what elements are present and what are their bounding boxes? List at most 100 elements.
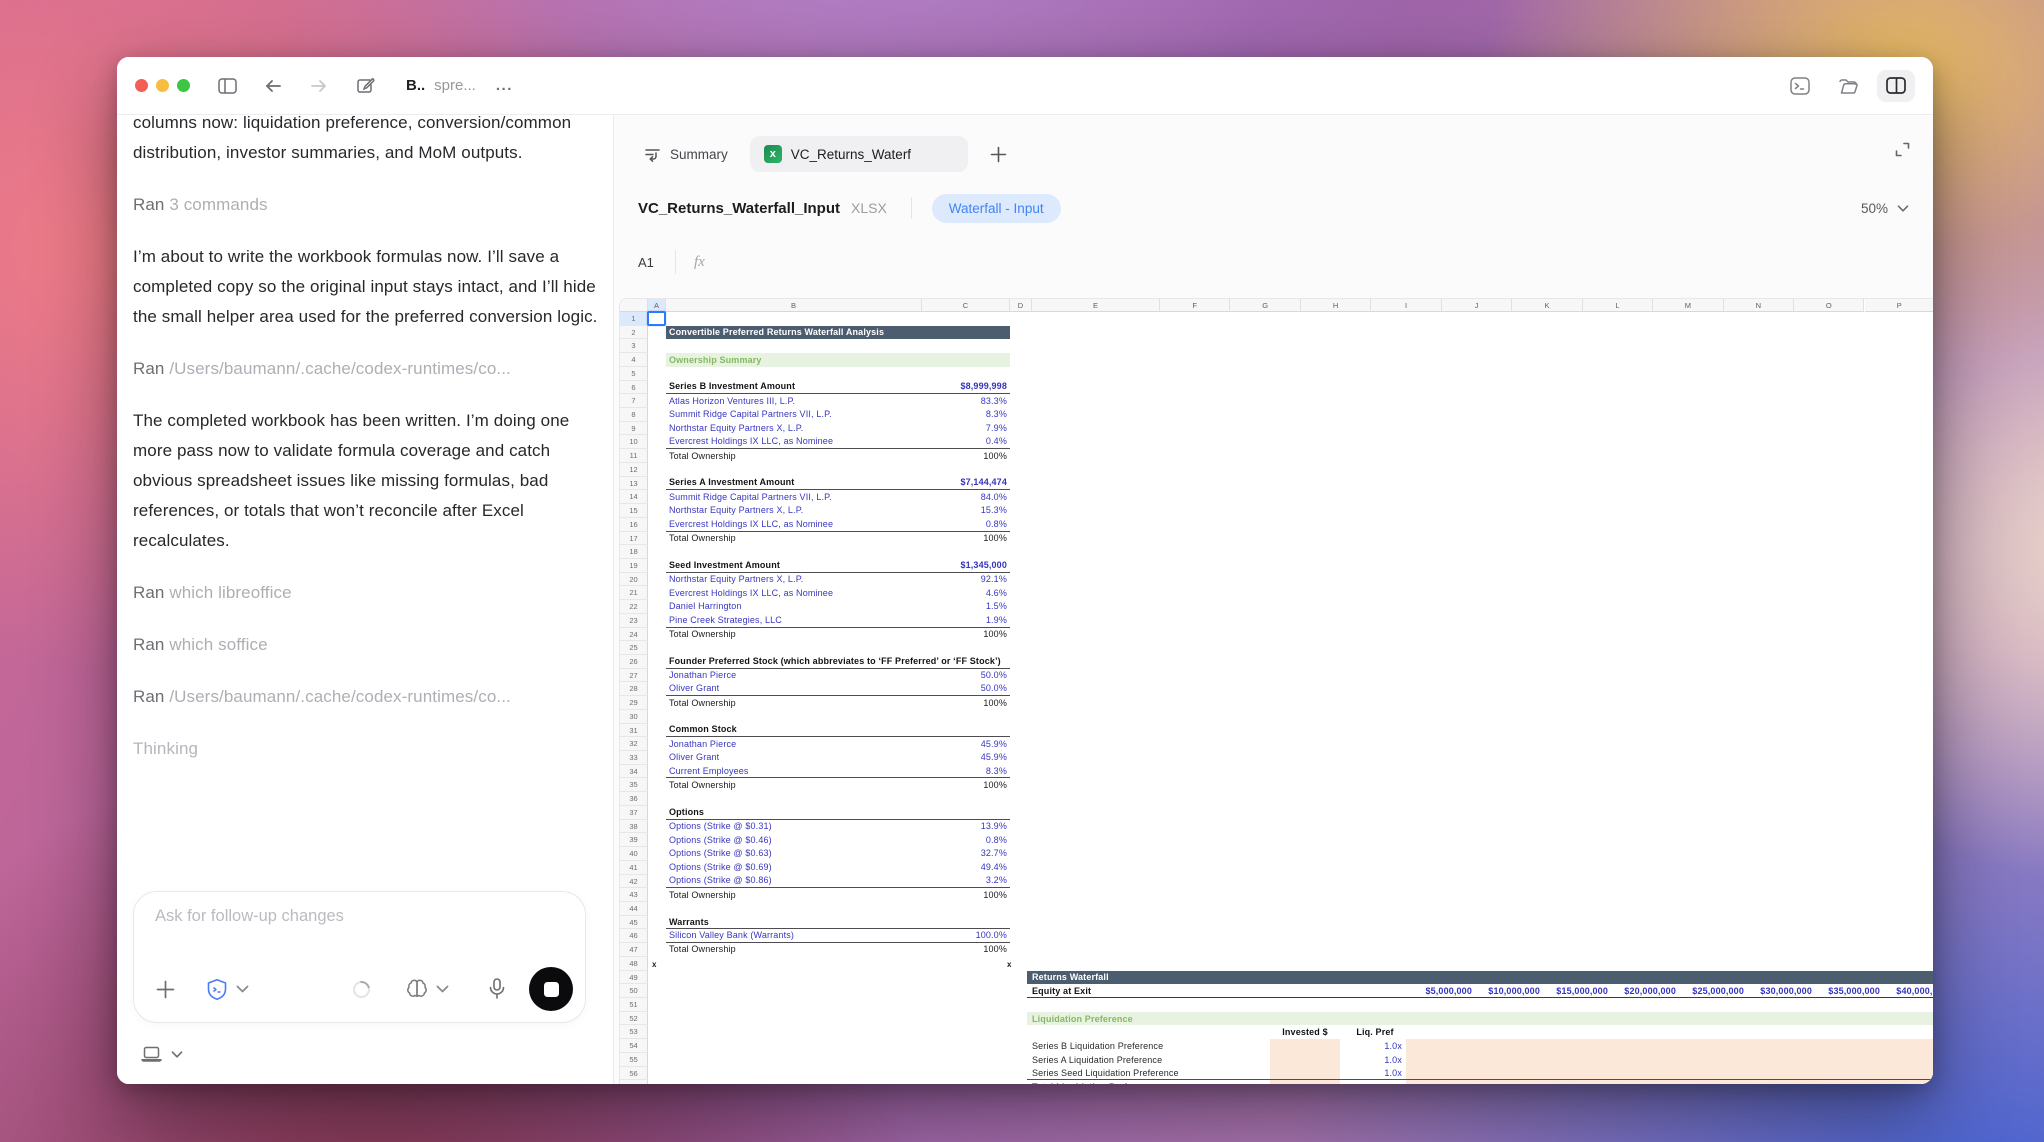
- column-header-B[interactable]: B: [666, 299, 922, 312]
- selected-cell-a1[interactable]: [647, 311, 666, 326]
- row-header-13[interactable]: 13: [620, 477, 648, 491]
- forward-icon[interactable]: [304, 72, 334, 100]
- row-header-34[interactable]: 34: [620, 765, 648, 779]
- toggle-panel-icon[interactable]: [1877, 70, 1915, 102]
- row-header-41[interactable]: 41: [620, 861, 648, 875]
- row-header-26[interactable]: 26: [620, 655, 648, 669]
- row-header-38[interactable]: 38: [620, 820, 648, 834]
- row-header-52[interactable]: 52: [620, 1012, 648, 1026]
- fx-icon[interactable]: fx: [694, 254, 705, 271]
- row-header-55[interactable]: 55: [620, 1053, 648, 1067]
- row-header-24[interactable]: 24: [620, 628, 648, 642]
- zoom-traffic-light[interactable]: [177, 79, 190, 92]
- add-tab-button[interactable]: [984, 139, 1014, 169]
- row-header-20[interactable]: 20: [620, 573, 648, 587]
- row-header-9[interactable]: 9: [620, 422, 648, 436]
- row-header-10[interactable]: 10: [620, 435, 648, 449]
- row-header-47[interactable]: 47: [620, 943, 648, 957]
- row-header-36[interactable]: 36: [620, 792, 648, 806]
- column-header-M[interactable]: M: [1653, 299, 1723, 312]
- back-icon[interactable]: [258, 72, 288, 100]
- row-header-57[interactable]: 57: [620, 1080, 648, 1084]
- row-header-16[interactable]: 16: [620, 518, 648, 532]
- row-header-8[interactable]: 8: [620, 408, 648, 422]
- column-header-K[interactable]: K: [1512, 299, 1582, 312]
- tab-file-active[interactable]: x VC_Returns_Waterf: [750, 136, 968, 172]
- row-header-3[interactable]: 3: [620, 339, 648, 353]
- column-header-F[interactable]: F: [1160, 299, 1230, 312]
- stop-button[interactable]: [529, 967, 573, 1011]
- row-header-45[interactable]: 45: [620, 916, 648, 930]
- cell-reference-box[interactable]: A1: [638, 255, 675, 270]
- sandbox-shield-icon[interactable]: [206, 978, 228, 1001]
- row-header-32[interactable]: 32: [620, 737, 648, 751]
- expand-panel-icon[interactable]: [1894, 141, 1911, 163]
- row-header-29[interactable]: 29: [620, 696, 648, 710]
- column-header-C[interactable]: C: [922, 299, 1010, 312]
- row-header-1[interactable]: 1: [620, 312, 648, 326]
- row-header-14[interactable]: 14: [620, 490, 648, 504]
- row-header-42[interactable]: 42: [620, 875, 648, 889]
- grid-corner[interactable]: [620, 299, 648, 312]
- column-header-O[interactable]: O: [1794, 299, 1864, 312]
- minimize-traffic-light[interactable]: [156, 79, 169, 92]
- row-header-25[interactable]: 25: [620, 641, 648, 655]
- row-header-21[interactable]: 21: [620, 586, 648, 600]
- row-header-23[interactable]: 23: [620, 614, 648, 628]
- compose-icon[interactable]: [350, 72, 380, 100]
- row-header-37[interactable]: 37: [620, 806, 648, 820]
- row-header-17[interactable]: 17: [620, 532, 648, 546]
- row-header-30[interactable]: 30: [620, 710, 648, 724]
- attach-plus-icon[interactable]: [150, 974, 180, 1004]
- more-menu-icon[interactable]: ...: [496, 77, 513, 94]
- row-header-18[interactable]: 18: [620, 545, 648, 559]
- folder-icon[interactable]: [1829, 70, 1867, 102]
- row-header-7[interactable]: 7: [620, 394, 648, 408]
- column-header-I[interactable]: I: [1371, 299, 1441, 312]
- column-header-E[interactable]: E: [1032, 299, 1160, 312]
- device-selector[interactable]: [141, 1046, 183, 1062]
- model-chevron-icon[interactable]: [436, 985, 449, 993]
- row-header-43[interactable]: 43: [620, 888, 648, 902]
- command-line[interactable]: Ran which libreoffice: [133, 578, 599, 608]
- spreadsheet-grid[interactable]: ABCDEFGHIJKLMNOP123456789101112131415161…: [619, 298, 1933, 1084]
- row-header-15[interactable]: 15: [620, 504, 648, 518]
- column-header-G[interactable]: G: [1230, 299, 1300, 312]
- command-line[interactable]: Ran /Users/baumann/.cache/codex-runtimes…: [133, 682, 599, 712]
- command-line[interactable]: Ran 3 commands: [133, 190, 599, 220]
- row-header-44[interactable]: 44: [620, 902, 648, 916]
- column-header-D[interactable]: D: [1010, 299, 1032, 312]
- row-header-28[interactable]: 28: [620, 682, 648, 696]
- microphone-icon[interactable]: [489, 978, 505, 1000]
- row-header-5[interactable]: 5: [620, 367, 648, 381]
- row-header-35[interactable]: 35: [620, 778, 648, 792]
- sandbox-chevron-icon[interactable]: [236, 985, 249, 993]
- row-header-49[interactable]: 49: [620, 971, 648, 985]
- command-line[interactable]: Ran /Users/baumann/.cache/codex-runtimes…: [133, 354, 599, 384]
- row-header-53[interactable]: 53: [620, 1025, 648, 1039]
- column-header-L[interactable]: L: [1583, 299, 1653, 312]
- row-header-27[interactable]: 27: [620, 669, 648, 683]
- column-header-P[interactable]: P: [1865, 299, 1934, 312]
- row-header-11[interactable]: 11: [620, 449, 648, 463]
- row-header-39[interactable]: 39: [620, 833, 648, 847]
- row-header-31[interactable]: 31: [620, 724, 648, 738]
- row-header-22[interactable]: 22: [620, 600, 648, 614]
- terminal-icon[interactable]: [1781, 70, 1819, 102]
- row-header-46[interactable]: 46: [620, 929, 648, 943]
- row-header-19[interactable]: 19: [620, 559, 648, 573]
- row-header-48[interactable]: 48: [620, 957, 648, 971]
- row-header-50[interactable]: 50: [620, 984, 648, 998]
- row-header-54[interactable]: 54: [620, 1039, 648, 1053]
- zoom-control[interactable]: 50%: [1861, 201, 1909, 216]
- model-brain-icon[interactable]: [406, 979, 428, 999]
- row-header-2[interactable]: 2: [620, 326, 648, 340]
- row-header-51[interactable]: 51: [620, 998, 648, 1012]
- command-line[interactable]: Ran which soffice: [133, 630, 599, 660]
- column-header-J[interactable]: J: [1442, 299, 1512, 312]
- close-traffic-light[interactable]: [135, 79, 148, 92]
- row-header-6[interactable]: 6: [620, 381, 648, 395]
- row-header-56[interactable]: 56: [620, 1067, 648, 1081]
- sidebar-toggle-icon[interactable]: [212, 72, 242, 100]
- row-header-40[interactable]: 40: [620, 847, 648, 861]
